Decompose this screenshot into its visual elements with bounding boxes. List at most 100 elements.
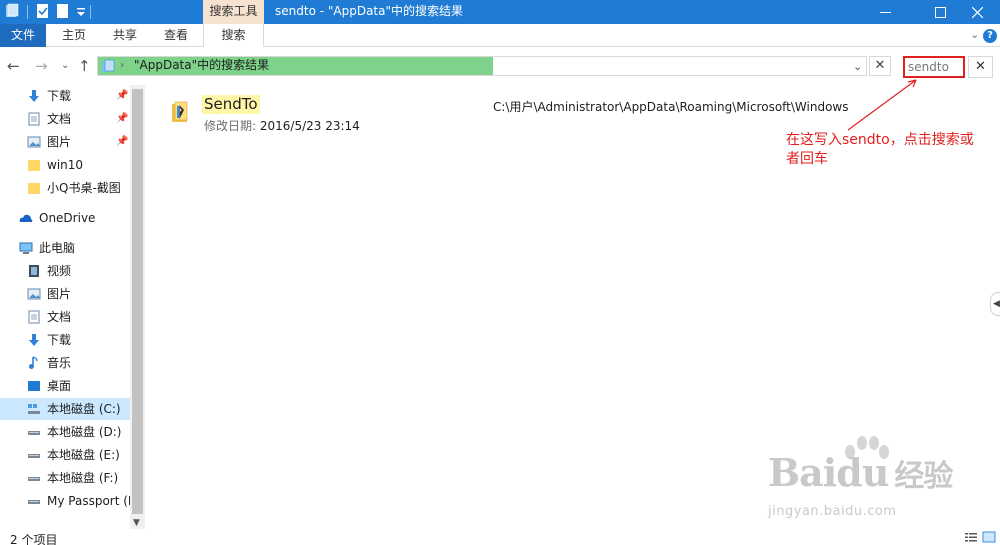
tab-home[interactable]: 主页 [50, 24, 98, 47]
sidebar-item-onedrive[interactable]: OneDrive [0, 207, 130, 229]
chevron-down-icon: ⌄ [61, 60, 70, 71]
search-tools-context-label: 搜索工具 [203, 0, 264, 24]
minimize-button[interactable] [862, 0, 908, 24]
details-pane-toggle[interactable]: ◀ [990, 292, 1000, 316]
separator [90, 5, 91, 19]
status-bar: 2 个项目 [0, 529, 1000, 545]
ribbon-tabs: 文件 主页 共享 查看 搜索 ⌄ ? [0, 24, 1000, 47]
sidebar-item-win10[interactable]: win10 [0, 154, 130, 176]
arrow-left-icon: ← [7, 57, 20, 75]
properties-icon[interactable] [36, 3, 50, 19]
search-result-item[interactable]: SendTo 修改日期: 2016/5/23 23:14 C:\用户\Admin… [168, 95, 868, 135]
tab-share[interactable]: 共享 [100, 24, 150, 47]
stop-search-button[interactable]: ✕ [869, 56, 891, 76]
breadcrumb-search-results[interactable]: "AppData"中的搜索结果 [134, 57, 269, 75]
folder-icon [28, 160, 40, 171]
maximize-icon [934, 6, 946, 18]
download-icon [29, 90, 39, 102]
sidebar-item-drive-f[interactable]: 本地磁盘 (F:) [0, 467, 130, 489]
sidebar-item-label: 本地磁盘 (D:) [47, 425, 122, 439]
arrow-right-icon: → [35, 57, 48, 75]
chevron-left-icon: ◀ [993, 299, 1000, 309]
navigation-pane: 下载 📌 文档 📌 图片 📌 win10 小Q书桌-截图 OneDrive 此电… [0, 85, 145, 529]
sidebar-item-desktop[interactable]: 桌面 [0, 375, 130, 397]
sidebar-item-label: 小Q书桌-截图 [47, 181, 121, 195]
music-icon [29, 356, 38, 369]
sidebar-item-drive-e[interactable]: 本地磁盘 (E:) [0, 444, 130, 466]
sidebar-item-downloads-pinned[interactable]: 下载 📌 [0, 85, 130, 107]
sidebar-item-documents[interactable]: 文档 [0, 306, 130, 328]
result-path: C:\用户\Administrator\AppData\Roaming\Micr… [493, 100, 849, 114]
modified-label: 修改日期: [204, 119, 257, 133]
help-button[interactable]: ? [983, 29, 997, 43]
drive-icon [28, 477, 40, 481]
recent-locations-button[interactable]: ⌄ [61, 60, 69, 71]
sidebar-item-my-passport[interactable]: My Passport (H [0, 490, 137, 512]
close-button[interactable] [954, 0, 1000, 24]
address-dropdown-button[interactable]: ⌄ [853, 60, 862, 73]
sidebar-item-label: 本地磁盘 (E:) [47, 448, 120, 462]
sidebar-item-label: 此电脑 [39, 241, 76, 255]
pin-icon[interactable]: 📌 [116, 131, 128, 153]
sidebar-item-label: 桌面 [47, 379, 72, 393]
up-button[interactable]: ↑ [78, 57, 91, 75]
folder-icon [28, 183, 40, 194]
sidebar-item-pictures-pinned[interactable]: 图片 📌 [0, 131, 130, 153]
sidebar-item-label: 下载 [47, 89, 72, 103]
clear-search-button[interactable]: ✕ [968, 56, 993, 78]
arrow-up-icon: ↑ [78, 57, 91, 75]
search-results-icon [102, 59, 115, 72]
cloud-icon [19, 214, 33, 222]
watermark-logo-cn: 经验 [894, 459, 953, 494]
back-button[interactable]: ← [7, 57, 20, 75]
result-modified: 修改日期: 2016/5/23 23:14 [204, 117, 360, 134]
desktop-icon [28, 381, 40, 391]
sidebar-item-label: 图片 [47, 287, 72, 301]
tab-file[interactable]: 文件 [0, 24, 46, 47]
navigation-pane-scrollbar[interactable]: ▼ [130, 85, 145, 529]
close-icon: ✕ [975, 59, 986, 74]
title-bar: 搜索工具 sendto - "AppData"中的搜索结果 [0, 0, 1000, 24]
breadcrumb-separator-icon[interactable]: › [120, 57, 124, 74]
sidebar-item-downloads[interactable]: 下载 [0, 329, 130, 351]
document-icon [28, 112, 40, 126]
scrollbar-thumb[interactable] [132, 89, 143, 514]
drive-icon [28, 454, 40, 458]
result-name[interactable]: SendTo [202, 95, 260, 114]
sidebar-item-label: 音乐 [47, 356, 72, 370]
forward-button[interactable]: → [35, 57, 48, 75]
sidebar-item-videos[interactable]: 视频 [0, 260, 130, 282]
sidebar-item-this-pc[interactable]: 此电脑 [0, 237, 130, 259]
address-bar[interactable]: › "AppData"中的搜索结果 [97, 56, 867, 76]
watermark-logo: Baidu 经验 [768, 450, 953, 495]
sidebar-item-drive-d[interactable]: 本地磁盘 (D:) [0, 421, 130, 443]
separator [27, 5, 28, 19]
picture-icon [27, 288, 41, 300]
quick-access-dropdown-icon[interactable] [74, 3, 88, 19]
sidebar-item-xiaoq-screenshots[interactable]: 小Q书桌-截图 [0, 177, 130, 199]
tab-view[interactable]: 查看 [152, 24, 200, 47]
drive-icon [28, 500, 40, 504]
large-icons-view-icon[interactable] [982, 531, 996, 543]
pin-icon[interactable]: 📌 [116, 108, 128, 130]
new-folder-icon[interactable] [56, 3, 70, 19]
video-icon [29, 265, 39, 277]
sidebar-item-documents-pinned[interactable]: 文档 📌 [0, 108, 130, 130]
sidebar-item-label: My Passport (H [47, 494, 137, 508]
pin-icon[interactable]: 📌 [116, 85, 128, 107]
sidebar-item-label: OneDrive [39, 211, 96, 225]
close-icon: ✕ [874, 58, 886, 73]
document-icon [28, 310, 40, 324]
sidebar-item-drive-c[interactable]: 本地磁盘 (C:) [0, 398, 130, 420]
ribbon-expand-icon[interactable]: ⌄ [970, 28, 979, 41]
sidebar-item-pictures[interactable]: 图片 [0, 283, 130, 305]
window-title: sendto - "AppData"中的搜索结果 [275, 4, 463, 18]
sidebar-item-music[interactable]: 音乐 [0, 352, 130, 374]
details-view-icon[interactable] [964, 531, 978, 543]
sidebar-item-label: 本地磁盘 (F:) [47, 471, 119, 485]
tab-search[interactable]: 搜索 [203, 24, 264, 47]
watermark-url: jingyan.baidu.com [768, 504, 897, 519]
close-icon [971, 6, 983, 18]
scroll-down-icon[interactable]: ▼ [133, 518, 140, 528]
search-input[interactable]: sendto [903, 56, 965, 78]
